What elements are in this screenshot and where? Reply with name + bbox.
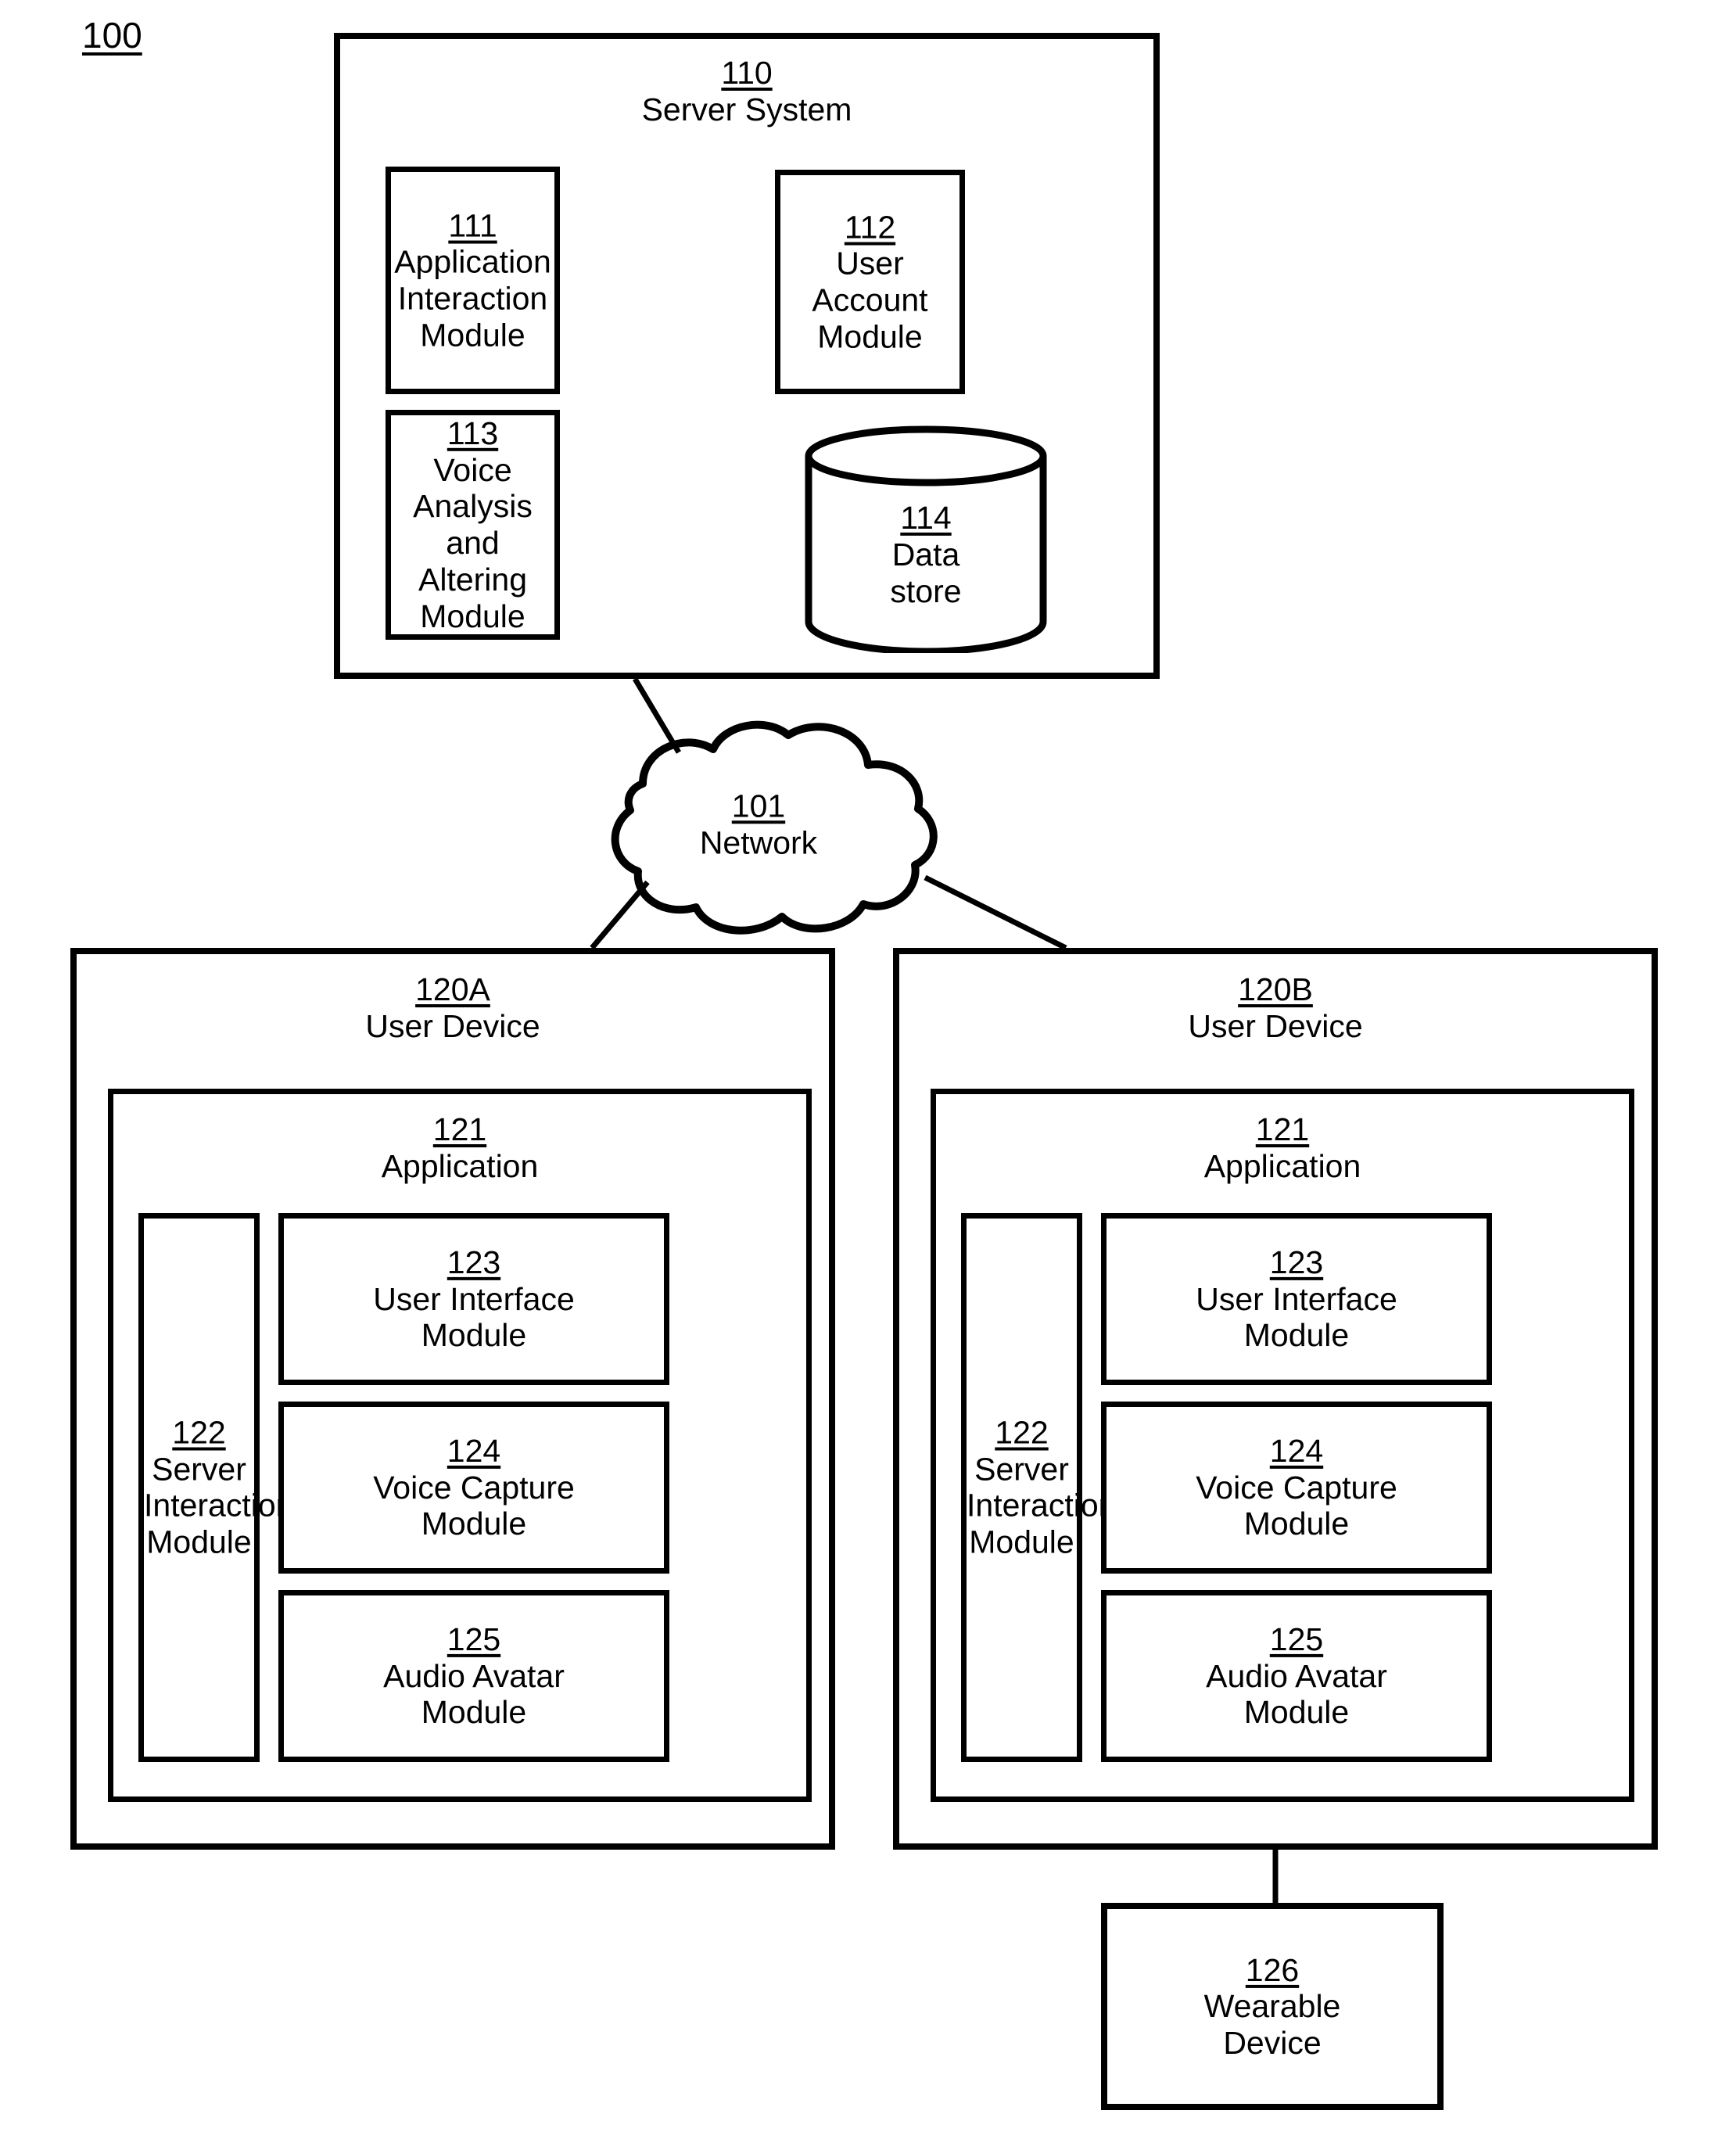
audio-avatar-module-a-ref: 125	[447, 1621, 501, 1657]
audio-avatar-module-b-caption: 125 Audio Avatar Module	[1107, 1621, 1487, 1731]
voice-capture-module-a-ref: 124	[447, 1432, 501, 1469]
audio-avatar-module-box-b: 125 Audio Avatar Module	[1101, 1590, 1492, 1762]
server-interaction-module-b-ref: 122	[995, 1414, 1049, 1451]
server-interaction-module-b-caption: 122 Server Interaction Module	[967, 1414, 1117, 1561]
wearable-device-box: 126 Wearable Device	[1101, 1903, 1444, 2110]
voice-analysis-altering-module-caption: 113 Voice Analysis and Altering Module	[391, 415, 554, 634]
server-interaction-module-b-title: Server Interaction Module	[967, 1451, 1117, 1560]
user-interface-module-b-caption: 123 User Interface Module	[1107, 1244, 1487, 1354]
user-interface-module-box-b: 123 User Interface Module	[1101, 1213, 1492, 1385]
network-title: Network	[699, 824, 818, 860]
user-device-b-box: 120B User Device 121 Application 122 Ser…	[893, 948, 1658, 1850]
user-device-b-caption: 120B User Device	[899, 971, 1652, 1044]
audio-avatar-module-box-a: 125 Audio Avatar Module	[278, 1590, 669, 1762]
application-a-ref: 121	[432, 1111, 487, 1147]
voice-capture-module-b-ref: 124	[1269, 1432, 1324, 1469]
user-device-a-caption: 120A User Device	[77, 971, 829, 1044]
audio-avatar-module-a-title: Audio Avatar Module	[383, 1657, 565, 1731]
user-interface-module-box-a: 123 User Interface Module	[278, 1213, 669, 1385]
server-interaction-module-a-ref: 122	[172, 1414, 226, 1451]
application-box-a: 121 Application 122 Server Interaction M…	[108, 1089, 812, 1802]
network-ref: 101	[731, 788, 786, 824]
server-system-ref: 110	[721, 55, 773, 91]
voice-analysis-altering-module-ref: 113	[447, 415, 499, 451]
figure-reference-100: 100	[82, 15, 142, 56]
data-store-ref: 114	[900, 500, 952, 537]
user-device-a-title: User Device	[365, 1007, 540, 1044]
audio-avatar-module-b-ref: 125	[1269, 1621, 1324, 1657]
audio-avatar-module-b-title: Audio Avatar Module	[1206, 1657, 1387, 1731]
user-interface-module-a-title: User Interface Module	[373, 1280, 575, 1354]
application-interaction-module-box: 111 Application Interaction Module	[386, 167, 560, 394]
application-b-title: Application	[1203, 1147, 1361, 1184]
wearable-device-title: Wearable Device	[1203, 1988, 1341, 2061]
server-system-title: Server System	[641, 91, 852, 127]
user-account-module-caption: 112 User Account Module	[780, 209, 959, 355]
user-interface-module-b-title: User Interface Module	[1196, 1280, 1397, 1354]
network-cloud: 101 Network	[540, 712, 977, 946]
user-account-module-ref: 112	[844, 209, 896, 246]
user-account-module-title: User Account Module	[812, 245, 928, 355]
server-system-box: 110 Server System 111 Application Intera…	[334, 33, 1160, 679]
server-interaction-module-a-caption: 122 Server Interaction Module	[144, 1414, 294, 1561]
data-store-caption: 114 Data store	[802, 500, 1049, 609]
user-device-b-title: User Device	[1188, 1007, 1363, 1044]
user-device-a-box: 120A User Device 121 Application 122 Ser…	[70, 948, 835, 1850]
server-system-caption: 110 Server System	[340, 55, 1153, 127]
application-interaction-module-title: Application Interaction Module	[394, 243, 551, 354]
user-device-a-ref: 120A	[415, 971, 490, 1007]
server-interaction-module-a-title: Server Interaction Module	[144, 1451, 294, 1560]
voice-capture-module-box-a: 124 Voice Capture Module	[278, 1402, 669, 1574]
voice-analysis-altering-module-box: 113 Voice Analysis and Altering Module	[386, 410, 560, 640]
voice-analysis-altering-module-title: Voice Analysis and Altering Module	[413, 451, 533, 634]
application-a-caption: 121 Application	[113, 1111, 806, 1184]
network-caption: 101 Network	[540, 788, 977, 860]
application-b-caption: 121 Application	[936, 1111, 1629, 1184]
application-interaction-module-caption: 111 Application Interaction Module	[391, 207, 554, 354]
server-interaction-module-box-b: 122 Server Interaction Module	[961, 1213, 1117, 1762]
audio-avatar-module-a-caption: 125 Audio Avatar Module	[284, 1621, 664, 1731]
voice-capture-module-b-title: Voice Capture Module	[1196, 1469, 1397, 1542]
user-device-b-ref: 120B	[1238, 971, 1313, 1007]
user-interface-module-b-ref: 123	[1269, 1244, 1324, 1280]
data-store-title: Data store	[890, 537, 962, 609]
user-interface-module-a-ref: 123	[447, 1244, 501, 1280]
voice-capture-module-a-title: Voice Capture Module	[373, 1469, 575, 1542]
wearable-device-ref: 126	[1245, 1951, 1300, 1988]
voice-capture-module-a-caption: 124 Voice Capture Module	[284, 1433, 664, 1542]
application-box-b: 121 Application 122 Server Interaction M…	[931, 1089, 1634, 1802]
application-b-ref: 121	[1255, 1111, 1310, 1147]
user-interface-module-a-caption: 123 User Interface Module	[284, 1244, 664, 1354]
user-account-module-box: 112 User Account Module	[775, 170, 965, 394]
application-interaction-module-ref: 111	[448, 207, 497, 244]
application-a-title: Application	[381, 1147, 539, 1184]
voice-capture-module-box-b: 124 Voice Capture Module	[1101, 1402, 1492, 1574]
data-store-cylinder: 114 Data store	[802, 425, 1049, 655]
wearable-device-caption: 126 Wearable Device	[1107, 1951, 1437, 2061]
server-interaction-module-box-a: 122 Server Interaction Module	[138, 1213, 294, 1762]
voice-capture-module-b-caption: 124 Voice Capture Module	[1107, 1433, 1487, 1542]
